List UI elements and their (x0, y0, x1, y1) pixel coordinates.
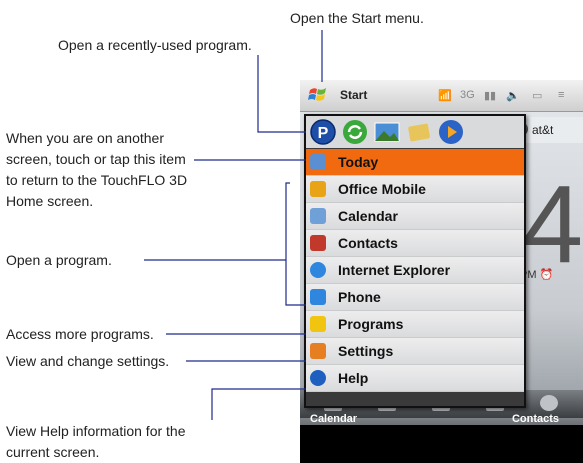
callout-start-menu: Open the Start menu. (290, 10, 424, 26)
menu-item-label: Contacts (338, 235, 398, 251)
contacts-icon (310, 235, 326, 251)
calendar-icon (310, 208, 326, 224)
menu-item-label: Phone (338, 289, 381, 305)
menu-item-calendar[interactable]: Calendar (306, 203, 524, 230)
menu-item-office-mobile[interactable]: Office Mobile (306, 176, 524, 203)
menu-item-label: Internet Explorer (338, 262, 451, 278)
windows-flag-icon[interactable] (308, 86, 328, 104)
volume-icon[interactable]: 🔈 (506, 89, 520, 102)
messaging-icon[interactable] (406, 119, 432, 145)
battery-icon: ▭ (532, 90, 543, 102)
today-icon (310, 154, 326, 170)
menu-item-help[interactable]: Help (306, 365, 524, 392)
menu-item-settings[interactable]: Settings (306, 338, 524, 365)
callout-open-program: Open a program. (6, 252, 112, 268)
menu-item-contacts[interactable]: Contacts (306, 230, 524, 257)
callout-help-line2: current screen. (6, 444, 100, 460)
line-recent-program (257, 55, 306, 133)
line-open-program (144, 182, 306, 306)
menu-item-internet-explorer[interactable]: Internet Explorer (306, 257, 524, 284)
media-player-icon[interactable] (438, 119, 464, 145)
menu-item-label: Office Mobile (338, 181, 426, 197)
sync-icon[interactable] (342, 119, 368, 145)
callout-settings: View and change settings. (6, 353, 170, 369)
clock-digit: 4 (522, 163, 583, 286)
line-help (211, 388, 306, 420)
menu-item-label: Programs (338, 316, 404, 332)
menu-item-today[interactable]: Today (306, 149, 524, 176)
menu-item-label: Calendar (338, 208, 398, 224)
start-menu: P Today Office Mobile Calendar Contacts … (304, 114, 526, 408)
pictures-icon[interactable] (374, 119, 400, 145)
title-bar: Start 📶 3G ▮▮ 🔈 ▭ ≡ (300, 80, 583, 112)
callout-today-line1: When you are on another (6, 130, 164, 146)
phone-screen: Start 📶 3G ▮▮ 🔈 ▭ ≡ at&t 4 PM ⏰ Calendar… (300, 80, 583, 463)
menu-item-label: Help (338, 370, 369, 386)
start-menu-list: Today Office Mobile Calendar Contacts In… (306, 149, 524, 392)
softkey-contacts[interactable]: Contacts (512, 413, 559, 425)
callout-help-line1: View Help information for the (6, 423, 186, 439)
svg-text:P: P (318, 125, 329, 142)
callout-recent-program: Open a recently-used program. (58, 37, 252, 53)
phone-icon (310, 289, 326, 305)
ie-icon (310, 262, 326, 278)
pandora-icon[interactable]: P (310, 119, 336, 145)
signal-icon: 📶 (438, 90, 452, 102)
callout-more-programs: Access more programs. (6, 326, 154, 342)
menu-item-label: Today (338, 154, 379, 170)
network-icon: ▮▮ (484, 90, 497, 102)
help-icon (310, 370, 326, 386)
programs-icon (310, 316, 326, 332)
3g-icon: 3G (460, 89, 475, 101)
start-button[interactable]: Start (340, 88, 367, 102)
settings-icon (310, 343, 326, 359)
callout-today-line4: Home screen. (6, 193, 94, 209)
softkey-calendar[interactable]: Calendar (310, 413, 357, 425)
att-tab-icon[interactable] (540, 395, 558, 411)
office-icon (310, 181, 326, 197)
callout-today-line2: screen, touch or tap this item (6, 151, 186, 167)
softkey-bar (300, 425, 583, 463)
callout-today-line3: to return to the TouchFLO 3D (6, 172, 188, 188)
menu-item-label: Settings (338, 343, 394, 359)
menu-item-phone[interactable]: Phone (306, 284, 524, 311)
recent-programs-row: P (306, 116, 524, 148)
carrier-label: at&t (532, 123, 554, 137)
menu-item-programs[interactable]: Programs (306, 311, 524, 338)
menu-icon[interactable]: ≡ (558, 89, 564, 101)
